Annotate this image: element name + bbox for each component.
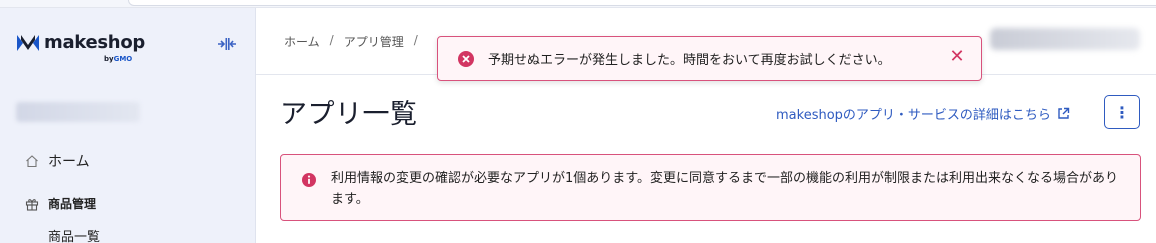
error-toast: 予期せぬエラーが発生しました。時間をおいて再度お試しください。 ✕: [437, 36, 982, 81]
breadcrumb-item-home[interactable]: ホーム: [284, 33, 320, 50]
error-icon: [458, 51, 474, 67]
logo-sub: byGMO: [104, 55, 132, 63]
breadcrumb-item-app-management[interactable]: アプリ管理: [344, 33, 404, 50]
toast-message: 予期せぬエラーが発生しました。時間をおいて再度お試しください。: [488, 53, 891, 68]
breadcrumb-separator: /: [329, 33, 334, 47]
user-menu-redacted[interactable]: [990, 28, 1140, 50]
breadcrumb-separator: /: [413, 33, 418, 47]
info-icon: [302, 173, 316, 187]
collapse-sidebar-button[interactable]: [216, 37, 238, 53]
browser-top-strip: [0, 0, 1156, 8]
more-vertical-icon: ⋮: [1114, 102, 1130, 122]
sidebar-subitem-product-list[interactable]: 商品一覧: [48, 226, 100, 243]
sidebar-item-home[interactable]: ホーム: [24, 151, 90, 171]
page-title: アプリ一覧: [280, 99, 418, 130]
shop-name-redacted: [16, 102, 140, 122]
detail-link-label: makeshopのアプリ・サービスの詳細はこちら: [776, 108, 1051, 123]
logo-text: makeshop: [44, 32, 145, 53]
sidebar-item-products[interactable]: 商品管理: [24, 195, 96, 212]
consent-warning-alert: 利用情報の変更の確認が必要なアプリが1個あります。変更に同意するまで一部の機能の…: [280, 154, 1141, 221]
close-icon: ✕: [949, 46, 965, 67]
close-toast-button[interactable]: ✕: [947, 47, 967, 67]
sidebar-item-label: 商品管理: [48, 197, 97, 211]
address-bar[interactable]: [128, 0, 1156, 6]
home-icon: [24, 153, 40, 169]
sidebar-item-label: ホーム: [48, 154, 90, 170]
external-link-icon: [1058, 107, 1070, 119]
more-options-button[interactable]: ⋮: [1104, 95, 1140, 129]
gift-icon: [24, 196, 40, 212]
collapse-sidebar-icon: [218, 38, 236, 50]
logo[interactable]: makeshop: [16, 32, 145, 53]
logo-sub-by: by: [104, 55, 114, 63]
makeshop-logo-icon: [17, 34, 39, 51]
app-service-details-link[interactable]: makeshopのアプリ・サービスの詳細はこちら: [776, 104, 1070, 123]
logo-sub-brand: GMO: [113, 55, 133, 63]
breadcrumb: ホーム / アプリ管理 /: [284, 33, 418, 50]
alert-message: 利用情報の変更の確認が必要なアプリが1個あります。変更に同意するまで一部の機能の…: [331, 171, 1118, 207]
